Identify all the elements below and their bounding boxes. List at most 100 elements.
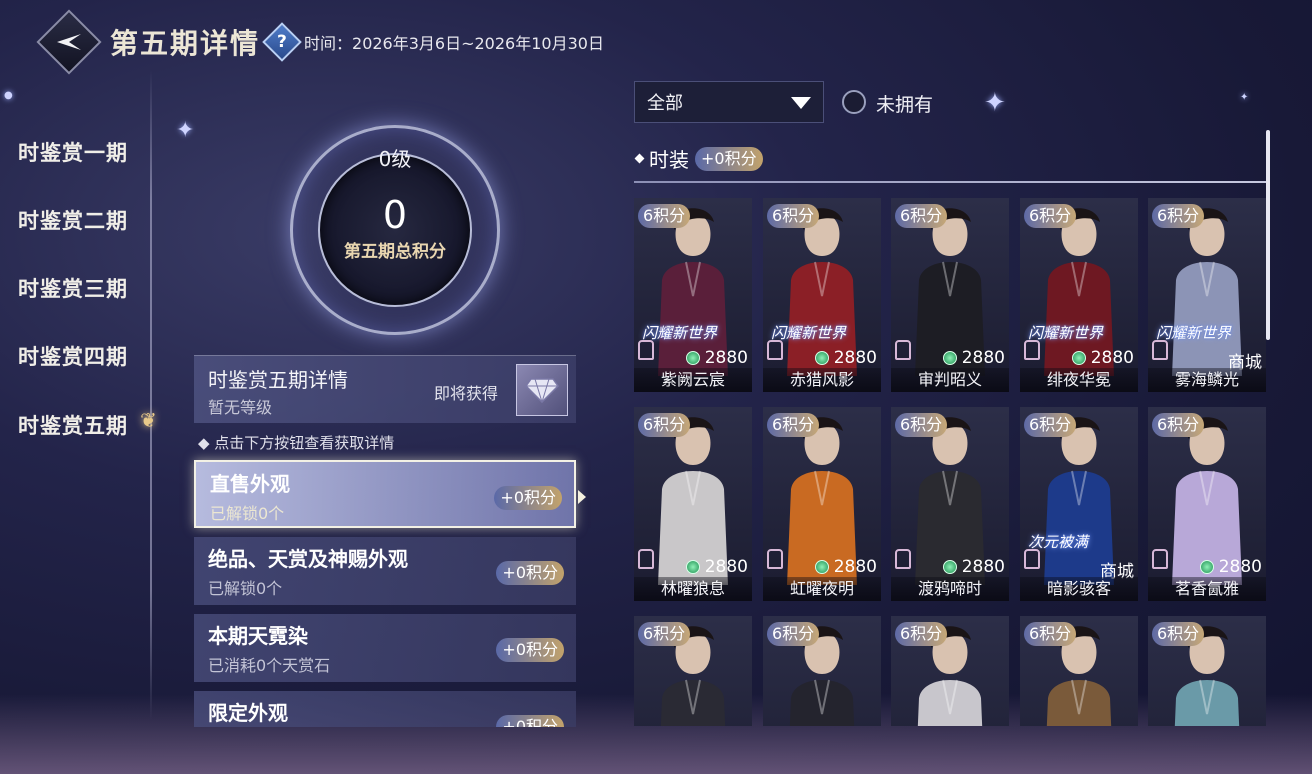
costume-card[interactable]: 6积分 2880 茗香氤雅	[1148, 407, 1266, 601]
reward-label: 即将获得	[434, 384, 499, 403]
points-badge: 6积分	[895, 204, 948, 228]
points-badge: 6积分	[767, 413, 820, 437]
costume-card[interactable]: 6积分	[891, 616, 1009, 726]
filter-dropdown[interactable]: 全部	[634, 81, 824, 123]
category-premium[interactable]: 绝品、天赏及神赐外观 已解锁0个 +0积分	[194, 537, 576, 605]
costume-card[interactable]: 6积分闪耀新世界 2880 紫阙云宸	[634, 198, 752, 392]
costume-card[interactable]: 6积分	[634, 616, 752, 726]
costume-card[interactable]: 6积分 闪耀新世界 2880 赤猎风影	[763, 198, 881, 392]
nav-item-period-3[interactable]: 时鉴赏三期	[18, 273, 128, 303]
price-tag: 2880	[942, 557, 1005, 577]
lock-icon	[767, 549, 783, 569]
costume-card[interactable]: 6积分 2880 虹曜夜明	[763, 407, 881, 601]
category-title: 直售外观	[210, 472, 290, 496]
points-badge: +0积分	[496, 638, 564, 662]
price-value: 2880	[1218, 557, 1262, 577]
jade-coin-icon	[814, 560, 829, 574]
category-limited[interactable]: 限定外观 +0积分	[194, 691, 576, 727]
price-tag: 2880	[685, 557, 748, 577]
diamond-reward-icon	[525, 378, 559, 403]
points-badge: 6积分	[1152, 413, 1205, 437]
points-badge: 6积分	[1024, 622, 1077, 646]
lock-icon	[638, 549, 654, 569]
level-text: 0级	[378, 147, 412, 171]
costume-card[interactable]: 6积分 闪耀新世界 商城 雾海鳞光	[1148, 198, 1266, 392]
detail-title: 时鉴赏五期详情	[208, 368, 348, 392]
detail-subtitle: 暂无等级	[208, 398, 273, 417]
price-value: 2880	[704, 348, 748, 368]
costume-card[interactable]: 6积分 2880 渡鸦啼时	[891, 407, 1009, 601]
points-badge: 6积分	[638, 622, 691, 646]
back-button[interactable]	[36, 9, 102, 75]
points-badge: 6积分	[895, 413, 948, 437]
total-score-label: 第五期总积分	[344, 242, 446, 262]
costume-name: 绯夜华冕	[1020, 368, 1138, 392]
diamond-bullet-icon	[634, 153, 645, 164]
points-badge: 6积分	[895, 622, 948, 646]
back-arrow-icon	[57, 34, 81, 50]
jade-coin-icon	[814, 351, 829, 365]
price-value: 2880	[833, 557, 877, 577]
price-tag: 2880	[1071, 348, 1134, 368]
period-detail-card[interactable]: 时鉴赏五期详情 暂无等级 即将获得	[194, 355, 576, 423]
costume-card[interactable]: 6积分闪耀新世界 2880 绯夜华冕	[1020, 198, 1138, 392]
category-dye[interactable]: 本期天霓染 已消耗0个天赏石 +0积分	[194, 614, 576, 682]
star-icon: ●	[4, 90, 13, 101]
costume-name: 茗香氤雅	[1148, 577, 1266, 601]
header: 第五期详情 ? 时间：2026年3月6日~2026年10月30日	[36, 9, 604, 75]
nav-divider	[150, 70, 152, 720]
category-title: 本期天霓染	[208, 624, 308, 648]
costume-card[interactable]: 6积分	[1020, 616, 1138, 726]
nav-item-period-5[interactable]: 时鉴赏五期	[18, 410, 128, 440]
jade-coin-icon	[1071, 351, 1086, 365]
star-icon: ✦	[1240, 92, 1249, 103]
costume-name: 虹曜夜明	[763, 577, 881, 601]
nav-item-period-4[interactable]: 时鉴赏四期	[18, 341, 128, 371]
costume-name: 赤猎风影	[763, 368, 881, 392]
costume-name: 紫阙云宸	[634, 368, 752, 392]
jade-coin-icon	[942, 560, 957, 574]
selected-arrow-icon	[578, 490, 586, 504]
brand-logo: 闪耀新世界	[1028, 324, 1104, 342]
jade-coin-icon	[685, 560, 700, 574]
active-nav-marker-icon: ❦	[140, 408, 157, 432]
jade-coin-icon	[1199, 560, 1214, 574]
lock-icon	[1152, 340, 1168, 360]
category-direct-sale[interactable]: 直售外观 已解锁0个 +0积分	[194, 460, 586, 528]
nav-item-period-1[interactable]: 时鉴赏一期	[18, 137, 128, 167]
not-owned-radio[interactable]	[842, 90, 866, 114]
question-icon: ?	[277, 32, 287, 52]
brand-logo: 闪耀新世界	[642, 324, 718, 342]
lock-icon	[767, 340, 783, 360]
price-value: 2880	[704, 557, 748, 577]
costume-card[interactable]: 6积分 2880 审判昭义	[891, 198, 1009, 392]
nav-item-period-2[interactable]: 时鉴赏二期	[18, 205, 128, 235]
price-tag: 2880	[814, 557, 877, 577]
costume-card[interactable]: 6积分 2880 林曜狼息	[634, 407, 752, 601]
category-title: 绝品、天赏及神赐外观	[208, 547, 408, 571]
costume-card[interactable]: 6积分	[763, 616, 881, 726]
points-badge: 6积分	[1152, 622, 1205, 646]
points-badge: 6积分	[1024, 204, 1077, 228]
jade-coin-icon	[685, 351, 700, 365]
category-subtitle: 已解锁0个	[210, 504, 285, 523]
points-badge: +0积分	[496, 561, 564, 585]
not-owned-label[interactable]: 未拥有	[876, 90, 933, 117]
hint-text: ◆ 点击下方按钮查看获取详情	[198, 434, 395, 452]
price-value: 2880	[1090, 348, 1134, 368]
section-divider	[634, 181, 1268, 183]
costume-card[interactable]: 6积分 次元被满 商城 暗影骇客	[1020, 407, 1138, 601]
points-badge: 6积分	[767, 622, 820, 646]
costume-grid: 6积分 闪耀新世界 2880 紫阙云宸 6积分 闪耀新世界 2880 赤猎风影 6积分 2880 审…	[634, 198, 1270, 726]
points-badge: 6积分	[638, 204, 691, 228]
costume-name: 暗影骇客	[1020, 577, 1138, 601]
star-icon: ✦	[984, 88, 1006, 118]
reward-preview[interactable]	[516, 364, 568, 416]
costume-card[interactable]: 6积分	[1148, 616, 1266, 726]
category-subtitle: 已解锁0个	[208, 579, 283, 598]
price-value: 2880	[961, 348, 1005, 368]
points-badge: 6积分	[1024, 413, 1077, 437]
filter-dropdown-value: 全部	[647, 93, 683, 114]
lock-icon	[895, 549, 911, 569]
help-button[interactable]: ?	[262, 22, 302, 62]
